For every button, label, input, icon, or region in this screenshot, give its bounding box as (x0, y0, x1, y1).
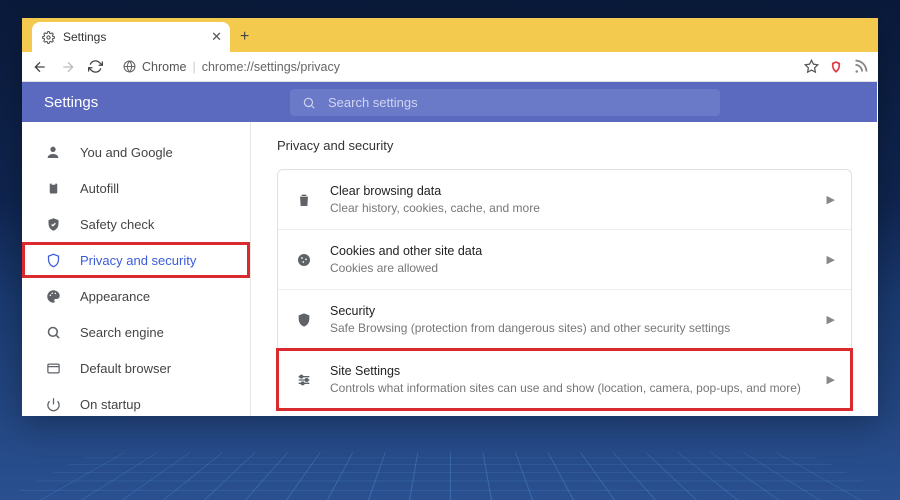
brave-shield-icon[interactable] (829, 60, 843, 74)
row-title: Security (330, 304, 811, 318)
chevron-right-icon: ▶ (827, 313, 835, 326)
row-body: Security Safe Browsing (protection from … (330, 304, 811, 335)
sidebar-item-on-startup[interactable]: On startup (22, 386, 250, 416)
sidebar: Settings Search settings You and Google (22, 82, 251, 416)
sidebar-item-label: Privacy and security (80, 253, 196, 268)
sidebar-item-default-browser[interactable]: Default browser (22, 350, 250, 386)
search-icon (302, 96, 316, 110)
sliders-icon (294, 372, 314, 388)
row-title: Site Settings (330, 364, 811, 378)
sidebar-item-label: Search engine (80, 325, 164, 340)
search-settings[interactable]: Search settings (290, 89, 720, 116)
chevron-right-icon: ▶ (827, 253, 835, 266)
row-subtitle: Clear history, cookies, cache, and more (330, 201, 811, 215)
row-clear-browsing-data[interactable]: Clear browsing data Clear history, cooki… (278, 170, 851, 230)
trash-icon (294, 192, 314, 208)
separator: | (192, 60, 195, 74)
tab-settings[interactable]: Settings ✕ (32, 22, 230, 52)
shield-icon (294, 312, 314, 328)
cookie-icon (294, 252, 314, 268)
row-cookies[interactable]: Cookies and other site data Cookies are … (278, 230, 851, 290)
page-title: Settings (44, 94, 98, 111)
section-title: Privacy and security (277, 138, 852, 153)
row-body: Cookies and other site data Cookies are … (330, 244, 811, 275)
chevron-right-icon: ▶ (827, 373, 835, 386)
row-title: Cookies and other site data (330, 244, 811, 258)
search-icon (44, 325, 62, 340)
close-icon[interactable]: ✕ (211, 29, 222, 45)
sidebar-item-label: On startup (80, 397, 141, 412)
sidebar-item-search-engine[interactable]: Search engine (22, 314, 250, 350)
content-area: Settings Search settings You and Google (22, 82, 878, 416)
bookmark-star-icon[interactable] (804, 59, 819, 74)
row-security[interactable]: Security Safe Browsing (protection from … (278, 290, 851, 350)
shield-icon (44, 253, 62, 268)
toolbar: Chrome | chrome://settings/privacy (22, 52, 878, 82)
sidebar-item-autofill[interactable]: Autofill (22, 170, 250, 206)
rss-icon[interactable] (853, 59, 868, 74)
sidebar-item-label: Default browser (80, 361, 171, 376)
browser-window: Settings ✕ + Chrome | chrome://settings/… (22, 18, 878, 416)
address-bar[interactable]: Chrome | chrome://settings/privacy (115, 55, 792, 79)
row-body: Clear browsing data Clear history, cooki… (330, 184, 811, 215)
tab-title: Settings (63, 30, 106, 44)
person-icon (44, 144, 62, 160)
row-subtitle: Safe Browsing (protection from dangerous… (330, 321, 811, 335)
clipboard-icon (44, 181, 62, 196)
gear-icon (42, 31, 55, 44)
window-icon (44, 361, 62, 376)
settings-header: Settings Search settings (22, 82, 877, 122)
row-subtitle: Cookies are allowed (330, 261, 811, 275)
search-placeholder: Search settings (328, 95, 418, 110)
url-text: chrome://settings/privacy (202, 60, 340, 74)
back-button[interactable] (32, 59, 48, 75)
sidebar-item-label: Appearance (80, 289, 150, 304)
sidebar-item-appearance[interactable]: Appearance (22, 278, 250, 314)
row-site-settings[interactable]: Site Settings Controls what information … (278, 350, 851, 409)
row-subtitle: Controls what information sites can use … (330, 381, 811, 395)
address-prefix: Chrome (142, 60, 186, 74)
sidebar-list: You and Google Autofill Safety check (22, 122, 250, 416)
sidebar-scroll[interactable]: You and Google Autofill Safety check (22, 122, 250, 416)
shield-check-icon (44, 217, 62, 232)
reload-button[interactable] (88, 59, 103, 74)
chevron-right-icon: ▶ (827, 193, 835, 206)
settings-card: Clear browsing data Clear history, cooki… (277, 169, 852, 410)
palette-icon (44, 289, 62, 304)
globe-icon (123, 60, 136, 73)
sidebar-item-safety-check[interactable]: Safety check (22, 206, 250, 242)
sidebar-item-label: Autofill (80, 181, 119, 196)
main-panel: Privacy and security Clear browsing data… (251, 82, 878, 416)
toolbar-right-icons (804, 59, 868, 74)
tab-strip: Settings ✕ + (22, 18, 878, 52)
sidebar-item-you-and-google[interactable]: You and Google (22, 134, 250, 170)
forward-button[interactable] (60, 59, 76, 75)
row-body: Site Settings Controls what information … (330, 364, 811, 395)
power-icon (44, 397, 62, 412)
sidebar-item-label: Safety check (80, 217, 154, 232)
row-title: Clear browsing data (330, 184, 811, 198)
sidebar-item-label: You and Google (80, 145, 173, 160)
sidebar-item-privacy-and-security[interactable]: Privacy and security (22, 242, 250, 278)
new-tab-button[interactable]: + (240, 28, 249, 46)
